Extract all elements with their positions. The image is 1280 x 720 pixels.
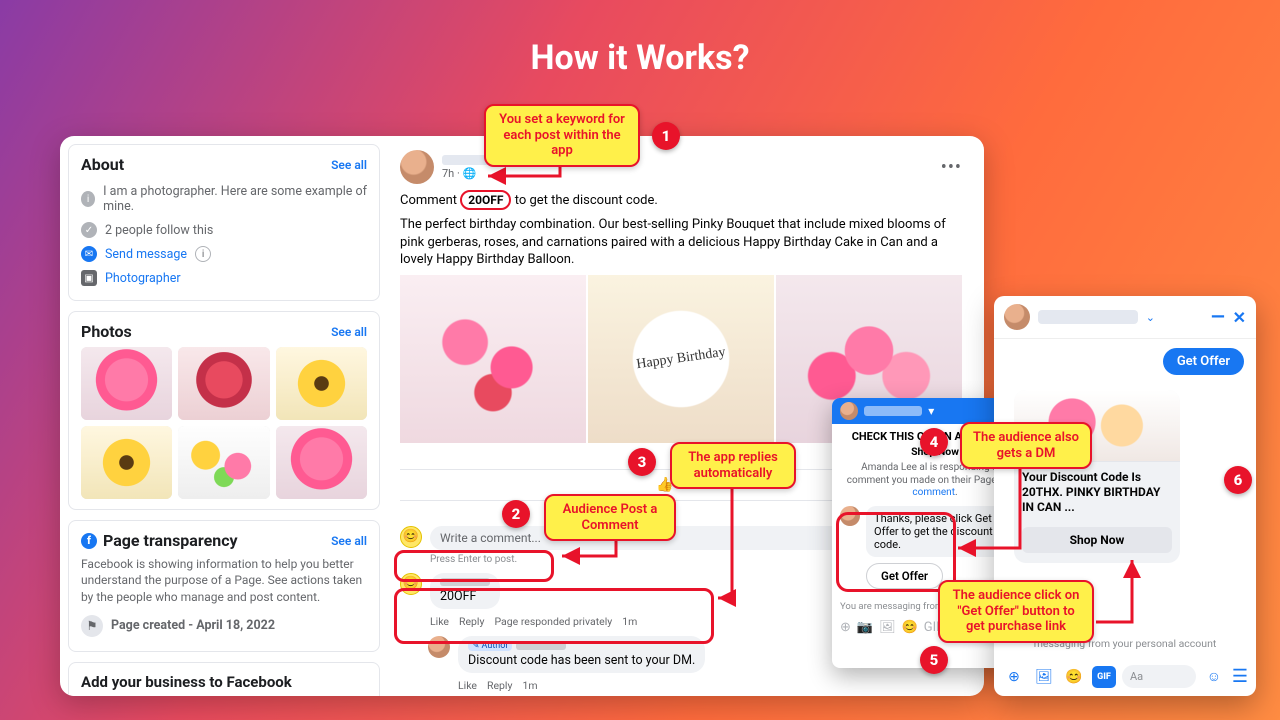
plus-icon[interactable]: ⊕ bbox=[840, 620, 851, 635]
post-body: The perfect birthday combination. Our be… bbox=[400, 216, 962, 269]
step-badge-2: 2 bbox=[502, 500, 530, 528]
dm-page-avatar bbox=[840, 506, 860, 526]
photo-thumbnail[interactable] bbox=[276, 347, 367, 420]
callout-5: The audience click on "Get Offer" button… bbox=[938, 580, 1094, 643]
photos-card: PhotosSee all bbox=[68, 311, 380, 510]
transparency-heading: fPage transparencySee all bbox=[81, 531, 367, 550]
callout-1: You set a keyword for each post within t… bbox=[484, 104, 640, 167]
photo-thumbnail[interactable] bbox=[81, 347, 172, 420]
messenger-avatar[interactable] bbox=[1004, 304, 1030, 330]
step-badge-1: 1 bbox=[652, 122, 680, 150]
page-avatar[interactable] bbox=[400, 150, 434, 184]
photo-thumbnail[interactable] bbox=[81, 426, 172, 499]
responded-privately: Page responded privately bbox=[494, 615, 612, 628]
photo-thumbnail[interactable] bbox=[276, 426, 367, 499]
about-category[interactable]: ▣Photographer bbox=[81, 266, 367, 290]
post-timestamp: 7h · 🌐 bbox=[442, 167, 502, 180]
transparency-desc: Facebook is showing information to help … bbox=[81, 556, 367, 605]
get-offer-pill[interactable]: Get Offer bbox=[1163, 348, 1244, 375]
info-icon: i bbox=[195, 246, 211, 262]
about-bio: iI am a photographer. Here are some exam… bbox=[81, 180, 367, 218]
post-image[interactable] bbox=[588, 275, 774, 443]
about-heading: AboutSee all bbox=[81, 155, 367, 174]
step-badge-5: 5 bbox=[920, 646, 948, 674]
photos-see-all[interactable]: See all bbox=[331, 325, 367, 339]
chevron-down-icon[interactable]: ⌄ bbox=[1146, 311, 1155, 324]
close-icon[interactable]: ✕ bbox=[1233, 308, 1246, 327]
callout-3: The app replies automatically bbox=[670, 442, 796, 489]
offer-text: Your Discount Code Is 20THX. PINKY BIRTH… bbox=[1014, 462, 1180, 523]
image-icon[interactable]: 🖼 bbox=[1032, 666, 1056, 688]
page-created: ⚑Page created - April 18, 2022 bbox=[81, 611, 367, 641]
reply-action[interactable]: Reply bbox=[459, 615, 484, 628]
step-badge-3: 3 bbox=[628, 448, 656, 476]
messenger-icon: ✉ bbox=[81, 246, 97, 262]
transparency-card: fPage transparencySee all Facebook is sh… bbox=[68, 520, 380, 652]
about-send-message[interactable]: ✉Send messagei bbox=[81, 242, 367, 266]
folder-icon: ▣ bbox=[81, 270, 97, 286]
globe-icon: 🌐 bbox=[463, 167, 477, 180]
messenger-input[interactable]: Aa bbox=[1122, 665, 1196, 688]
emoji-icon[interactable]: ☺ bbox=[1202, 666, 1226, 688]
photo-thumbnail[interactable] bbox=[178, 426, 269, 499]
step-badge-4: 4 bbox=[920, 428, 948, 456]
info-icon: i bbox=[81, 191, 95, 207]
menu-icon[interactable]: ☰ bbox=[1232, 666, 1248, 687]
shop-now-button[interactable]: Shop Now bbox=[1022, 527, 1172, 553]
messenger-header: ⌄ — ✕ bbox=[994, 296, 1256, 339]
chevron-down-icon[interactable]: ▾ bbox=[928, 404, 934, 418]
page-reply-bubble: ✎ Author Discount code has been sent to … bbox=[458, 636, 705, 673]
about-see-all[interactable]: See all bbox=[331, 158, 367, 172]
about-followers: ✓2 people follow this bbox=[81, 218, 367, 242]
messenger-input-row: ⊕ 🖼 😊 GIF Aa ☺ ☰ bbox=[1002, 665, 1248, 688]
post-menu-button[interactable]: ••• bbox=[941, 157, 962, 178]
image-icon[interactable]: 🖼 bbox=[879, 620, 896, 635]
author-badge: ✎ Author bbox=[468, 641, 512, 651]
post-image[interactable] bbox=[400, 275, 586, 443]
reply-composer[interactable]: 😊 Reply to Martin Shum... ☺ 📷 bbox=[428, 692, 962, 696]
add-business-heading: Add your business to Facebook bbox=[81, 673, 367, 691]
sticker-icon[interactable]: 😊 bbox=[902, 620, 918, 635]
callout-4: The audience also gets a DM bbox=[960, 422, 1092, 469]
gif-icon[interactable]: GIF bbox=[1092, 666, 1116, 688]
flag-icon: ⚑ bbox=[81, 615, 103, 637]
plus-icon[interactable]: ⊕ bbox=[1002, 666, 1026, 688]
minimize-icon[interactable]: — bbox=[1211, 307, 1225, 328]
transparency-see-all[interactable]: See all bbox=[331, 534, 367, 548]
facebook-icon: f bbox=[81, 533, 97, 549]
page-title: How it Works? bbox=[0, 0, 1280, 78]
messenger-name-placeholder bbox=[1038, 310, 1138, 324]
check-icon: ✓ bbox=[81, 222, 97, 238]
dm-name-placeholder bbox=[864, 406, 922, 416]
camera-icon[interactable]: 📷 bbox=[857, 620, 873, 635]
reply-actions: Like Reply 1m bbox=[458, 679, 962, 692]
photos-heading: PhotosSee all bbox=[81, 322, 367, 341]
about-card: AboutSee all iI am a photographer. Here … bbox=[68, 144, 380, 301]
sticker-icon[interactable]: 😊 bbox=[1062, 666, 1086, 688]
offer-card: Your Discount Code Is 20THX. PINKY BIRTH… bbox=[1014, 390, 1180, 563]
comment-bubble: 20OFF bbox=[430, 573, 500, 609]
dm-message-bubble: Thanks, please click Get Offer to get th… bbox=[866, 506, 1006, 557]
reply-action[interactable]: Reply bbox=[487, 679, 512, 692]
step-badge-6: 6 bbox=[1224, 466, 1252, 494]
keyword-highlight: 20OFF bbox=[460, 190, 511, 210]
like-action[interactable]: Like bbox=[430, 615, 449, 628]
user-avatar: 😊 bbox=[400, 526, 422, 548]
callout-2: Audience Post a Comment bbox=[544, 494, 676, 541]
page-avatar-small bbox=[428, 636, 450, 658]
photos-grid bbox=[81, 347, 367, 499]
dm-avatar bbox=[840, 402, 858, 420]
add-business-card: Add your business to Facebook Showcase y… bbox=[68, 662, 380, 696]
commenter-avatar: 😊 bbox=[400, 573, 422, 595]
comment-time: 1m bbox=[622, 615, 637, 628]
photo-thumbnail[interactable] bbox=[178, 347, 269, 420]
like-action[interactable]: Like bbox=[458, 679, 477, 692]
post-keyword-line: Comment 20OFF to get the discount code. bbox=[400, 190, 962, 210]
get-offer-button[interactable]: Get Offer bbox=[866, 563, 943, 589]
reply-time: 1m bbox=[522, 679, 537, 692]
left-sidebar: AboutSee all iI am a photographer. Here … bbox=[68, 144, 380, 696]
